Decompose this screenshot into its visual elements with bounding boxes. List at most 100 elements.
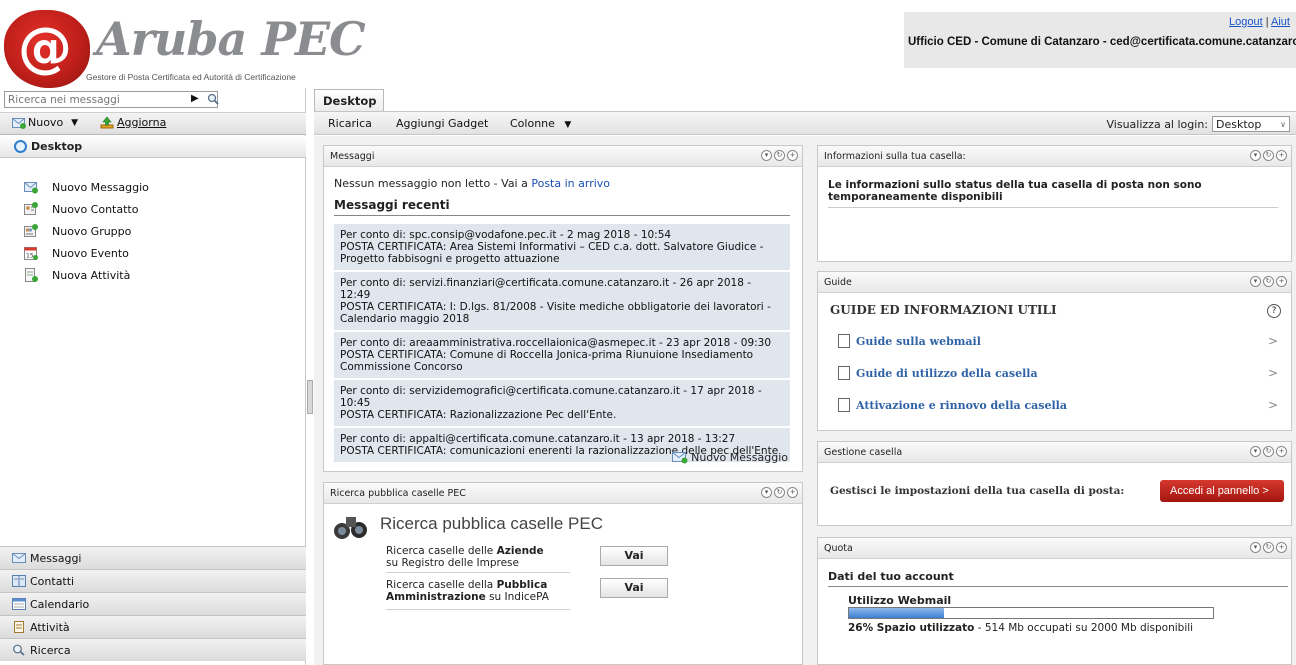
logout-link[interactable]: Logout bbox=[1229, 16, 1263, 28]
gadget-header[interactable]: Messaggi ▾ ↻ + bbox=[324, 146, 802, 167]
collapse-icon[interactable]: ▾ bbox=[1250, 276, 1261, 287]
gadget-header[interactable]: Ricerca pubblica caselle PEC ▾ ↻ + bbox=[324, 483, 802, 504]
quick-new-message[interactable]: Nuovo Messaggio bbox=[24, 176, 149, 198]
expand-icon[interactable]: + bbox=[1276, 542, 1287, 553]
accedi-pannello-button[interactable]: Accedi al pannello > bbox=[1160, 480, 1284, 502]
inbox-link[interactable]: Posta in arrivo bbox=[531, 177, 610, 190]
chevron-down-icon: ▼ bbox=[564, 120, 572, 130]
download-refresh-icon bbox=[100, 116, 114, 129]
collapse-icon[interactable]: ▾ bbox=[761, 487, 772, 498]
quota-progress-bar bbox=[848, 607, 1214, 619]
collapse-icon[interactable]: ▾ bbox=[1250, 150, 1261, 161]
user-box: Logout | Aiut Ufficio CED - Comune di Ca… bbox=[904, 12, 1296, 68]
expand-icon[interactable]: + bbox=[787, 487, 798, 498]
ricerca-heading: Ricerca pubblica caselle PEC bbox=[380, 514, 603, 533]
sidebar-item-calendario[interactable]: Calendario bbox=[0, 592, 306, 615]
search-input[interactable] bbox=[5, 92, 185, 107]
expand-icon[interactable]: + bbox=[1276, 150, 1287, 161]
vai-aziende-button[interactable]: Vai bbox=[600, 546, 668, 566]
calendar-icon bbox=[12, 598, 26, 610]
expand-icon[interactable]: + bbox=[1276, 276, 1287, 287]
sidebar-item-messaggi[interactable]: Messaggi bbox=[0, 546, 306, 569]
message-subject-line: POSTA CERTIFICATA: Area Sistemi Informat… bbox=[340, 241, 764, 265]
search-icon bbox=[13, 644, 25, 656]
collapse-icon[interactable]: ▾ bbox=[761, 150, 772, 161]
list-item-label: Nuova Attività bbox=[52, 268, 131, 282]
quota-progress-fill bbox=[849, 608, 944, 618]
refresh-button[interactable]: Aggiorna bbox=[100, 116, 166, 129]
desktop-icon bbox=[14, 140, 27, 153]
chevron-down-icon[interactable]: ▼ bbox=[71, 118, 78, 128]
guide-link-label: Guide sulla webmail bbox=[856, 334, 981, 348]
gadget-header[interactable]: Informazioni sulla tua casella: ▾ ↻ + bbox=[818, 146, 1291, 167]
search-options-arrow-icon[interactable]: ▶ bbox=[191, 93, 199, 104]
sidebar: ▶ Nuovo ▼ Aggiorna Desktop bbox=[0, 88, 306, 665]
gadget-title: Guide bbox=[824, 277, 852, 288]
gadget-title: Ricerca pubblica caselle PEC bbox=[330, 488, 466, 499]
expand-icon[interactable]: + bbox=[787, 150, 798, 161]
row-text: Ricerca caselle della bbox=[386, 579, 497, 591]
quick-new-event[interactable]: 15 Nuovo Evento bbox=[24, 242, 149, 264]
quota-used-text: 26% Spazio utilizzato bbox=[848, 622, 975, 634]
message-item[interactable]: Per conto di: servizi.finanziari@certifi… bbox=[334, 272, 790, 330]
magnifier-icon[interactable] bbox=[207, 93, 219, 105]
new-message-button[interactable]: Nuovo Messaggio bbox=[672, 451, 788, 464]
help-icon[interactable]: ? bbox=[1267, 304, 1281, 318]
guide-link-attivazione[interactable]: Attivazione e rinnovo della casella > bbox=[838, 394, 1278, 416]
gadget-title: Quota bbox=[824, 543, 853, 554]
svg-text:15: 15 bbox=[26, 253, 34, 260]
new-task-icon bbox=[25, 268, 38, 282]
gadget-header[interactable]: Gestione casella ▾ ↻ + bbox=[818, 442, 1291, 463]
message-sender-line: Per conto di: servizidemografici@certifi… bbox=[340, 385, 762, 409]
tab-desktop[interactable]: Desktop bbox=[314, 89, 384, 111]
columns-button[interactable]: Colonne ▼ bbox=[510, 117, 571, 130]
sidebar-item-label: Messaggi bbox=[30, 551, 82, 565]
refresh-icon[interactable]: ↻ bbox=[774, 487, 785, 498]
gadget-gestione-casella: Gestione casella ▾ ↻ + Gestisci le impos… bbox=[817, 441, 1292, 526]
message-item[interactable]: Per conto di: servizidemografici@certifi… bbox=[334, 380, 790, 426]
help-link[interactable]: Aiut bbox=[1271, 16, 1290, 28]
row-text: Ricerca caselle delle bbox=[386, 545, 497, 557]
gestione-text: Gestisci le impostazioni della tua casel… bbox=[830, 485, 1125, 497]
sidebar-desktop-header[interactable]: Desktop bbox=[0, 136, 306, 158]
message-item[interactable]: Per conto di: areaamministrativa.roccell… bbox=[334, 332, 790, 378]
no-unread-text: Nessun messaggio non letto - Vai a bbox=[334, 177, 532, 190]
refresh-icon[interactable]: ↻ bbox=[774, 150, 785, 161]
refresh-icon[interactable]: ↻ bbox=[1263, 446, 1274, 457]
vai-pa-button[interactable]: Vai bbox=[600, 578, 668, 598]
quick-actions-list: Nuovo Messaggio Nuovo Contatto Nuovo Gru… bbox=[24, 176, 149, 286]
sidebar-item-contatti[interactable]: Contatti bbox=[0, 569, 306, 592]
message-subject-line: POSTA CERTIFICATA: I: D.lgs. 81/2008 - V… bbox=[340, 301, 771, 325]
sidebar-splitter-handle[interactable] bbox=[307, 380, 313, 414]
info-status-text: Le informazioni sullo status della tua c… bbox=[828, 179, 1278, 208]
message-sender-line: Per conto di: servizi.finanziari@certifi… bbox=[340, 277, 752, 301]
desktop-gadget-area: Messaggi ▾ ↻ + Nessun messaggio non lett… bbox=[314, 136, 1296, 665]
divider bbox=[386, 609, 570, 610]
no-unread-notice: Nessun messaggio non letto - Vai a Posta… bbox=[334, 177, 610, 190]
quick-new-group[interactable]: Nuovo Gruppo bbox=[24, 220, 149, 242]
gadget-header[interactable]: Quota ▾ ↻ + bbox=[818, 538, 1291, 559]
guide-heading: GUIDE ED INFORMAZIONI UTILI bbox=[830, 303, 1057, 317]
quick-new-task[interactable]: Nuova Attività bbox=[24, 264, 149, 286]
aruba-pec-logo[interactable]: @ Aruba PEC Gestore di Posta Certificata… bbox=[4, 6, 366, 88]
new-button[interactable]: Nuovo ▼ bbox=[12, 116, 78, 129]
guide-link-utilizzo[interactable]: Guide di utilizzo della casella > bbox=[838, 362, 1278, 384]
refresh-icon[interactable]: ↻ bbox=[1263, 276, 1274, 287]
sidebar-item-label: Ricerca bbox=[30, 643, 71, 657]
refresh-icon[interactable]: ↻ bbox=[1263, 150, 1274, 161]
collapse-icon[interactable]: ▾ bbox=[1250, 446, 1261, 457]
expand-icon[interactable]: + bbox=[1276, 446, 1287, 457]
message-item[interactable]: Per conto di: spc.consip@vodafone.pec.it… bbox=[334, 224, 790, 270]
gadget-header[interactable]: Guide ▾ ↻ + bbox=[818, 272, 1291, 293]
view-at-login-select[interactable]: Desktop ∨ bbox=[1212, 116, 1290, 132]
reload-button[interactable]: Ricarica bbox=[328, 117, 372, 130]
sidebar-item-attivita[interactable]: Attività bbox=[0, 615, 306, 638]
quota-detail-text: - 514 Mb occupati su 2000 Mb disponibili bbox=[974, 622, 1194, 634]
header: @ Aruba PEC Gestore di Posta Certificata… bbox=[0, 0, 1296, 88]
refresh-icon[interactable]: ↻ bbox=[1263, 542, 1274, 553]
collapse-icon[interactable]: ▾ bbox=[1250, 542, 1261, 553]
guide-link-webmail[interactable]: Guide sulla webmail > bbox=[838, 330, 1278, 352]
quick-new-contact[interactable]: Nuovo Contatto bbox=[24, 198, 149, 220]
sidebar-item-ricerca[interactable]: Ricerca bbox=[0, 638, 306, 661]
add-gadget-button[interactable]: Aggiungi Gadget bbox=[396, 117, 488, 130]
